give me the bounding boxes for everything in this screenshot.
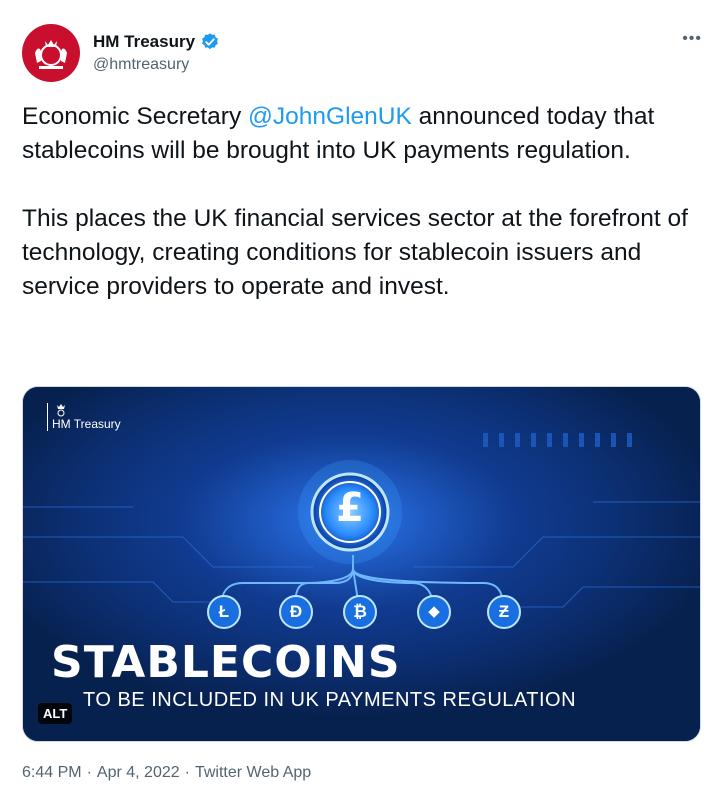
crest-icon: [57, 404, 65, 417]
tweet-text: Economic Secretary @JohnGlenUK announced…: [22, 100, 702, 304]
media-brand-label: HM Treasury: [52, 417, 121, 431]
tweet-paragraph-2: This places the UK financial services se…: [22, 205, 688, 300]
tweet-footer: 6:44 PM · Apr 4, 2022 · Twitter Web App: [22, 764, 311, 782]
tweet-media-image[interactable]: HM Treasury £ Ł Đ ₿ ◆ Ƶ STABLECOINS TO B…: [22, 386, 701, 742]
tweet-time[interactable]: 6:44 PM: [22, 764, 82, 781]
separator: ·: [86, 764, 92, 781]
paragraph-1-start: Economic Secretary: [22, 103, 249, 130]
verified-badge-icon: [202, 33, 218, 50]
ethereum-icon: ◆: [417, 595, 451, 629]
media-subheadline: TO BE INCLUDED IN UK PAYMENTS REGULATION: [83, 689, 577, 711]
author-handle[interactable]: @hmtreasury: [93, 56, 220, 74]
litecoin-icon: Ł: [207, 595, 241, 629]
tweet-date[interactable]: Apr 4, 2022: [97, 764, 180, 781]
media-headline: STABLECOINS: [51, 637, 401, 688]
tweet-source[interactable]: Twitter Web App: [195, 764, 311, 781]
zcash-icon: Ƶ: [487, 595, 521, 629]
mention-link[interactable]: @JohnGlenUK: [248, 103, 412, 130]
dogecoin-icon: Đ: [279, 595, 313, 629]
tweet-paragraph-1: Economic Secretary @JohnGlenUK announced…: [22, 100, 702, 168]
avatar[interactable]: [22, 24, 80, 82]
more-options-icon[interactable]: •••: [682, 30, 702, 48]
media-brand: HM Treasury: [47, 403, 121, 431]
royal-crest-icon: [35, 40, 67, 69]
alt-text-badge[interactable]: ALT: [38, 703, 73, 724]
display-name[interactable]: HM Treasury: [93, 32, 195, 52]
separator: ·: [184, 764, 190, 781]
bitcoin-icon: ₿: [343, 595, 377, 629]
tweet-header: HM Treasury @hmtreasury •••: [22, 24, 702, 84]
pound-coin: £: [336, 485, 364, 531]
